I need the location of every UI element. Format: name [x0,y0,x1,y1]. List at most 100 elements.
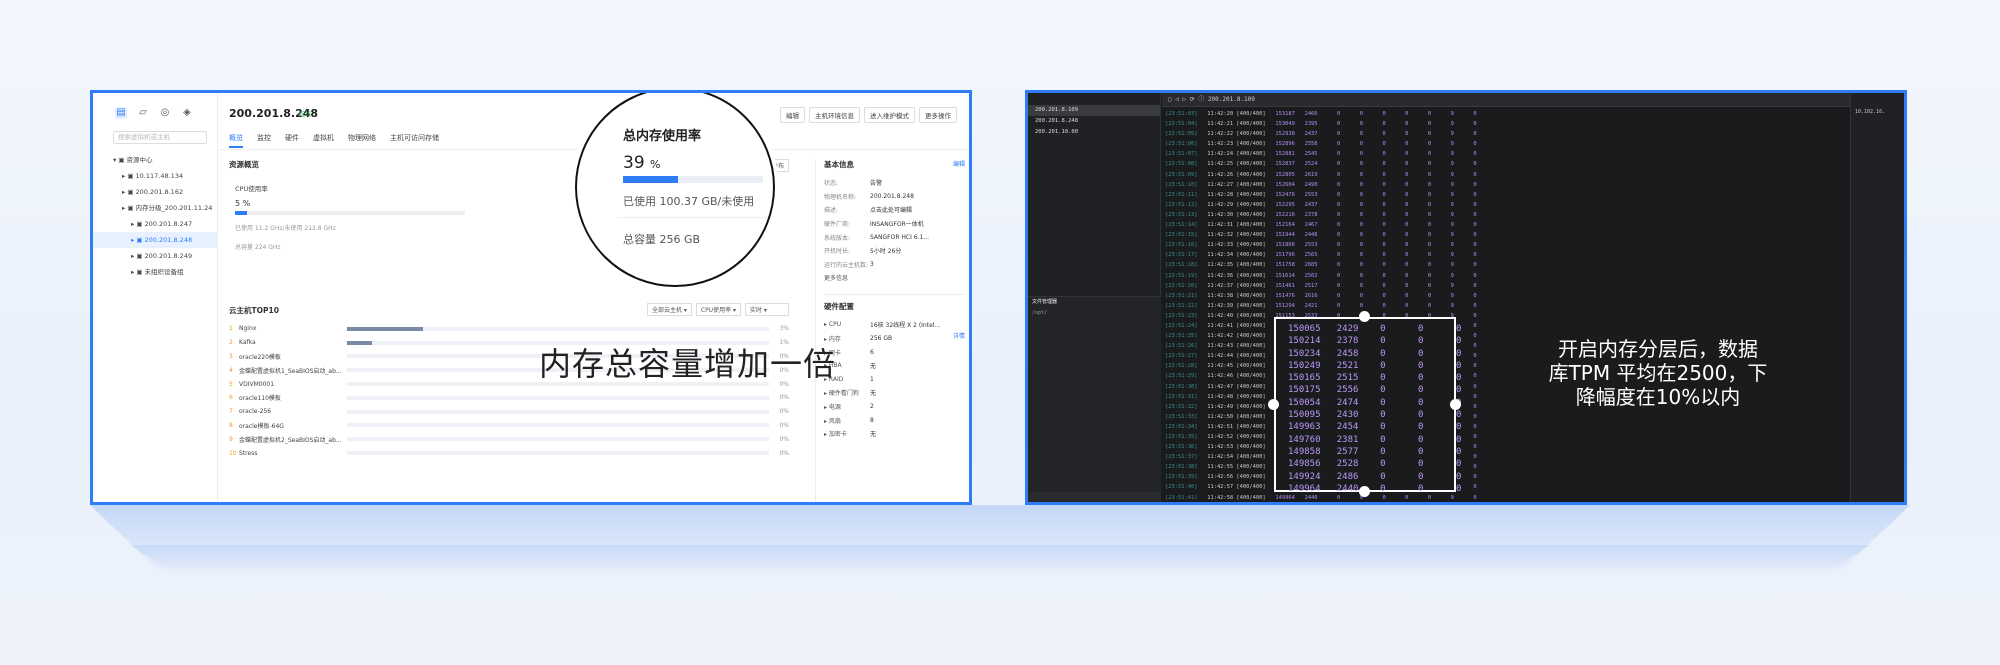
filter-select[interactable]: 实时 ▾ [745,303,789,316]
tree-item[interactable]: ▸ ▣ 未组织设备组 [93,264,217,280]
log-tpm: 152896 2558 0 0 0 0 0 9 0 [1275,141,1477,148]
log-tpm: 151476 2616 0 0 0 0 0 9 0 [1275,292,1477,299]
tree-item[interactable]: ▸ ▣ 200.201.8.248 [93,232,217,248]
filter-select[interactable]: 全部云主机 ▾ [646,303,692,316]
log-time: 11:42:30 [400/400] [1207,211,1276,218]
vm-name[interactable]: 金蝶配置虚拟机2_SeaBIOS启动_ab... [239,435,341,444]
resource-sidebar: ▤ ▱ ◎ ◈ 搜索虚拟机或主机 ▾ ▣ 资源中心 ▸ ▣ 10.117.48.1… [93,93,218,502]
file-item[interactable]: oswingbench2024/06/2 [1032,329,1161,330]
log-timestamp: [23:51:23] [1165,312,1208,319]
vm-name[interactable]: oracle110模板 [239,393,341,402]
tab-item[interactable]: 虚拟机 [313,133,334,148]
action-button[interactable]: 主机环境信息 [809,107,860,123]
log-time: 11:42:51 [400/400] [1207,423,1276,430]
hardware-row[interactable]: ▸ RAID 1 [824,373,965,387]
session-list: 200.201.8.109 200.201.8.248 200.201.10.00 [1028,93,1160,138]
hardware-row[interactable]: ▸ 风扇 8 [824,413,965,427]
vm-icon[interactable]: ▱ [137,107,149,119]
tree-item[interactable]: ▸ ▣ 内存分级_200.201.11.24 [93,200,217,216]
filter-select[interactable]: CPU使用率 ▾ [695,303,741,316]
log-time: 11:42:54 [400/400] [1207,454,1276,461]
vm-name[interactable]: Nginx [239,325,341,332]
tree-item[interactable]: ▾ ▣ 资源中心 [93,152,217,168]
info-value: 5小时 26分 [870,248,902,256]
log-timestamp: [23:51:09] [1165,171,1208,178]
tab-item[interactable]: 物理网络 [348,133,376,148]
vm-name[interactable]: 金蝶配置虚拟机1_SeaBIOS启动_ab... [239,366,341,375]
log-tpm: 153049 2395 0 0 0 0 0 9 0 [1275,121,1477,128]
vm-name[interactable]: oracle-256 [239,408,341,415]
log-timestamp: [23:51:38] [1165,464,1208,471]
hardware-row[interactable]: ▸ 电源 2 [824,400,965,414]
log-time: 11:42:58 [400/400] [1207,494,1276,501]
hardware-row[interactable]: ▸ HBA 无 [824,359,965,373]
hardware-row[interactable]: ▸ 网卡 6 [824,345,965,359]
rank-number: 7 [229,408,233,416]
log-time: 11:42:37 [400/400] [1207,282,1276,289]
usage-bar-fill [347,326,423,331]
vm-name[interactable]: Kafka [239,339,341,346]
tree-item[interactable]: ▸ ▣ 200.201.8.162 [93,184,217,200]
log-timestamp: [23:51:28] [1165,363,1208,370]
vm-name[interactable]: VDIVM0001 [239,381,341,388]
left-caption: 内存总容量增加一倍 [539,345,837,383]
basic-info-edit-link[interactable]: 编辑 [953,159,965,170]
tree-item[interactable]: ▸ ▣ 10.117.48.134 [93,168,217,184]
sidebar-icon-row: ▤ ▱ ◎ ◈ [93,93,217,125]
tab-bar: 概览 监控 硬件 虚拟机 物理网络 主机可访问存储 [229,133,439,148]
search-input[interactable]: 搜索虚拟机或主机 [113,131,207,144]
log-tpm: 151758 2605 0 0 0 0 0 9 0 [1275,262,1477,269]
session-item[interactable]: 200.201.8.248 [1028,116,1160,127]
tab-icon[interactable]: ▢ ◁ ▷ ⟳ ⓘ [1168,96,1208,103]
hardware-row[interactable]: ▸ 硬件看门狗 无 [824,386,965,400]
session-item[interactable]: 200.201.8.109 [1028,105,1160,116]
log-time: 11:42:50 [400/400] [1207,413,1276,420]
tree-item[interactable]: ▸ ▣ 200.201.8.247 [93,216,217,232]
zoom-handle-bottom[interactable] [1359,486,1370,497]
tab-item[interactable]: 硬件 [285,133,299,148]
log-time: 11:42:49 [400/400] [1207,403,1276,410]
tree-item[interactable]: ▸ ▣ 200.201.8.249 [93,248,217,264]
log-line: [23:51:07] 11:42:24 [400/400] 152881 254… [1165,149,1545,159]
hardware-config-list: ▸ CPU 16核 32线程 X 2 (Intel... ▸ 内存 256 GB ▸ 网… [824,318,965,438]
hardware-detail-link[interactable]: 详情 [824,331,965,340]
terminal-title-bar: ▢ ◁ ▷ ⟳ ⓘ 200.201.8.109 [1162,93,1850,107]
zoom-handle-left[interactable] [1268,399,1279,410]
tab-item[interactable]: 概览 [229,133,243,148]
log-time: 11:42:43 [400/400] [1207,343,1276,350]
tab-item[interactable]: 主机可访问存储 [390,133,439,148]
info-row: 状态: 告警 [824,176,965,190]
host-icon[interactable]: ▤ [115,107,127,119]
network-icon[interactable]: ◈ [181,107,193,119]
log-timestamp: [23:51:17] [1165,252,1208,259]
zoom-handle-right[interactable] [1450,399,1461,410]
log-time: 11:42:33 [400/400] [1207,242,1276,249]
action-button[interactable]: 进入维护模式 [864,107,915,123]
hardware-row[interactable]: ▸ 加密卡 无 [824,427,965,441]
info-value: 告警 [870,180,883,188]
tpm-row: 149858 2577 0 0 0 [1288,446,1462,457]
log-timestamp: [23:51:05] [1165,131,1208,138]
vm-name[interactable]: oracle220模板 [239,352,341,361]
basic-info-header: 基本信息 编辑 [824,159,965,170]
action-button[interactable]: 更多操作 [919,107,957,123]
caption-line: 库TPM 平均在2500，下 [1548,361,1768,385]
session-item[interactable]: 200.201.10.00 [1028,127,1160,138]
log-time: 11:42:26 [400/400] [1207,171,1276,178]
host-detail: 200.201.8.248 在线 编辑 主机环境信息 进入维护模式 更多操作 概览 监控… [219,93,969,502]
log-time: 11:42:36 [400/400] [1207,272,1276,279]
vm-name[interactable]: oracle模板-64G [239,421,341,430]
log-timestamp: [23:51:06] [1165,141,1208,148]
vm-name[interactable]: Stress [239,450,341,457]
action-button[interactable]: 编辑 [780,107,805,123]
more-info-link[interactable]: 更多信息 [824,273,965,282]
log-tpm: 151866 2553 0 0 0 0 0 9 0 [1275,242,1477,249]
storage-icon[interactable]: ◎ [159,107,171,119]
history-item[interactable]: 10.102.16. [1853,107,1904,118]
log-timestamp: [23:51:19] [1165,272,1208,279]
log-time: 11:42:47 [400/400] [1207,383,1276,390]
memory-usage-percent: 39 % [623,153,661,173]
tab-item[interactable]: 监控 [257,133,271,148]
cpu-used-text: 已使用 11.2 GHz/未使用 212.8 GHz [235,225,336,232]
zoom-handle-top[interactable] [1359,311,1370,322]
